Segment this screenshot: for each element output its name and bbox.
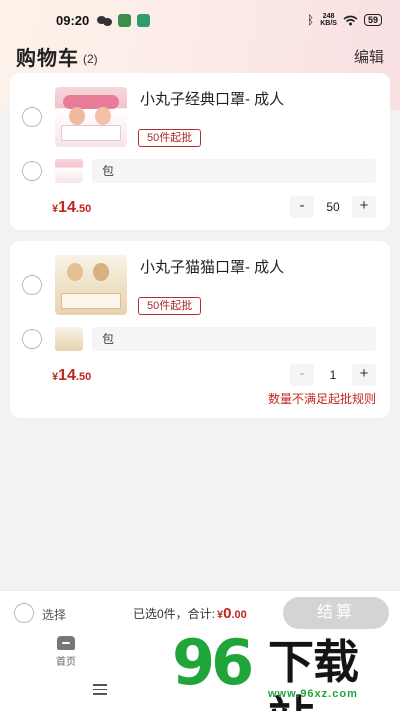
select-all-radio[interactable] xyxy=(14,603,34,623)
quantity-input[interactable]: 50 xyxy=(314,200,352,214)
cart-count: (2) xyxy=(83,52,98,66)
quantity-stepper: - 50 + xyxy=(290,196,376,218)
app-notification-icon xyxy=(118,13,132,27)
status-time: 09:20 xyxy=(56,12,90,28)
page-title: 购物车 xyxy=(16,47,79,70)
moq-warning: 数量不满足起批规则 xyxy=(267,392,376,406)
home-icon xyxy=(57,636,75,650)
selected-count-text: 已选0件，合计: xyxy=(133,607,216,621)
product-name[interactable]: 小丸子猫猫口罩- 成人 xyxy=(140,256,284,277)
page-header: 购物车 (2) 编辑 xyxy=(16,40,384,72)
item-price: ¥14.50 xyxy=(52,367,92,384)
sku-thumbnail xyxy=(55,327,83,351)
increase-button[interactable]: + xyxy=(352,196,376,218)
item-select-radio[interactable] xyxy=(22,107,42,127)
sku-select-radio[interactable] xyxy=(22,161,42,181)
sku-spec[interactable]: 包 xyxy=(92,159,376,183)
tab-home[interactable]: 首页 xyxy=(48,636,84,668)
item-price: ¥14.50 xyxy=(52,199,92,216)
sku-select-radio[interactable] xyxy=(22,329,42,349)
app-notification-icon xyxy=(137,13,151,27)
battery-icon: 59 xyxy=(363,14,382,26)
order-summary: 已选0件，合计: ¥0.00 xyxy=(133,605,247,622)
quantity-stepper: - 1 + xyxy=(290,364,376,386)
network-speed: 248 KB/S xyxy=(320,13,337,27)
watermark-number: 96 xyxy=(172,626,254,699)
watermark-logo: 96 下载站 www.96xz.com xyxy=(172,630,400,711)
decrease-button[interactable]: - xyxy=(290,364,314,386)
quantity-input[interactable]: 1 xyxy=(314,368,352,382)
wifi-icon xyxy=(343,15,358,25)
cart-item-card: 小丸子经典口罩- 成人 50件起批 包 ¥14.50 - 50 + xyxy=(10,73,390,230)
status-bar: 09:20 ᛒ 248 KB/S 59 xyxy=(0,0,400,40)
increase-button[interactable]: + xyxy=(352,364,376,386)
select-all-label[interactable]: 选择 xyxy=(42,606,66,623)
decrease-button[interactable]: - xyxy=(290,196,314,218)
menu-icon[interactable] xyxy=(93,684,107,698)
item-select-radio[interactable] xyxy=(22,275,42,295)
checkout-button[interactable]: 结算 xyxy=(283,597,389,629)
total-price: ¥0.00 xyxy=(217,605,247,622)
moq-tag: 50件起批 xyxy=(138,129,202,147)
sku-thumbnail xyxy=(55,159,83,183)
watermark-url: www.96xz.com xyxy=(268,688,358,700)
wechat-icon xyxy=(97,15,113,26)
product-image[interactable] xyxy=(55,255,127,315)
cart-item-card: 小丸子猫猫口罩- 成人 50件起批 包 ¥14.50 - 1 + 数量不满足起批… xyxy=(10,241,390,418)
tab-home-label: 首页 xyxy=(56,657,76,668)
bluetooth-icon: ᛒ xyxy=(307,13,315,27)
moq-tag: 50件起批 xyxy=(138,297,202,315)
edit-button[interactable]: 编辑 xyxy=(354,46,384,67)
sku-spec[interactable]: 包 xyxy=(92,327,376,351)
product-name[interactable]: 小丸子经典口罩- 成人 xyxy=(140,88,284,109)
product-image[interactable] xyxy=(55,87,127,147)
